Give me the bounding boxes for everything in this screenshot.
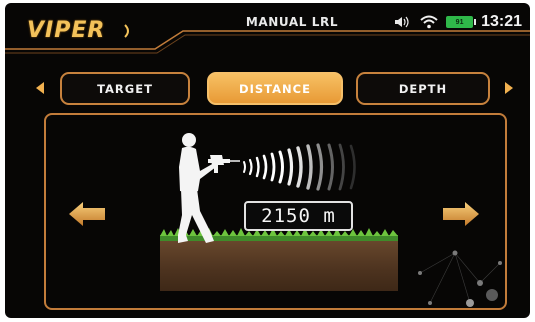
viper-logo: VIPER <box>27 18 106 43</box>
tab-target-label: TARGET <box>97 81 153 96</box>
tab-right-arrow-icon[interactable] <box>503 81 515 95</box>
tab-target[interactable]: TARGET <box>60 72 190 105</box>
tab-left-arrow-icon[interactable] <box>34 81 46 95</box>
tab-distance[interactable]: DISTANCE <box>207 72 343 105</box>
status-bar: 91 13:21 <box>394 12 522 32</box>
battery-level: 91 <box>455 18 464 26</box>
distance-readout: 2150 m <box>244 201 353 231</box>
signal-waves <box>243 143 356 191</box>
clock: 13:21 <box>481 13 522 30</box>
wifi-icon <box>420 15 438 29</box>
speaker-icon <box>395 16 409 28</box>
increase-arrow-icon[interactable] <box>441 200 481 228</box>
mode-title: MANUAL LRL <box>245 15 339 29</box>
logo-signal-mark <box>124 24 129 38</box>
particle-decoration <box>418 250 502 307</box>
operator-figure <box>178 133 240 243</box>
decrease-arrow-icon[interactable] <box>67 200 107 228</box>
tab-depth-label: DEPTH <box>398 81 448 96</box>
distance-value: 2150 m <box>261 205 336 227</box>
tab-distance-label: DISTANCE <box>239 81 311 96</box>
tab-depth[interactable]: DEPTH <box>356 72 490 105</box>
battery-icon: 91 <box>446 16 477 28</box>
device-screen: VIPER MANUAL LRL 91 13:21 TARGET DISTANC… <box>5 3 530 318</box>
